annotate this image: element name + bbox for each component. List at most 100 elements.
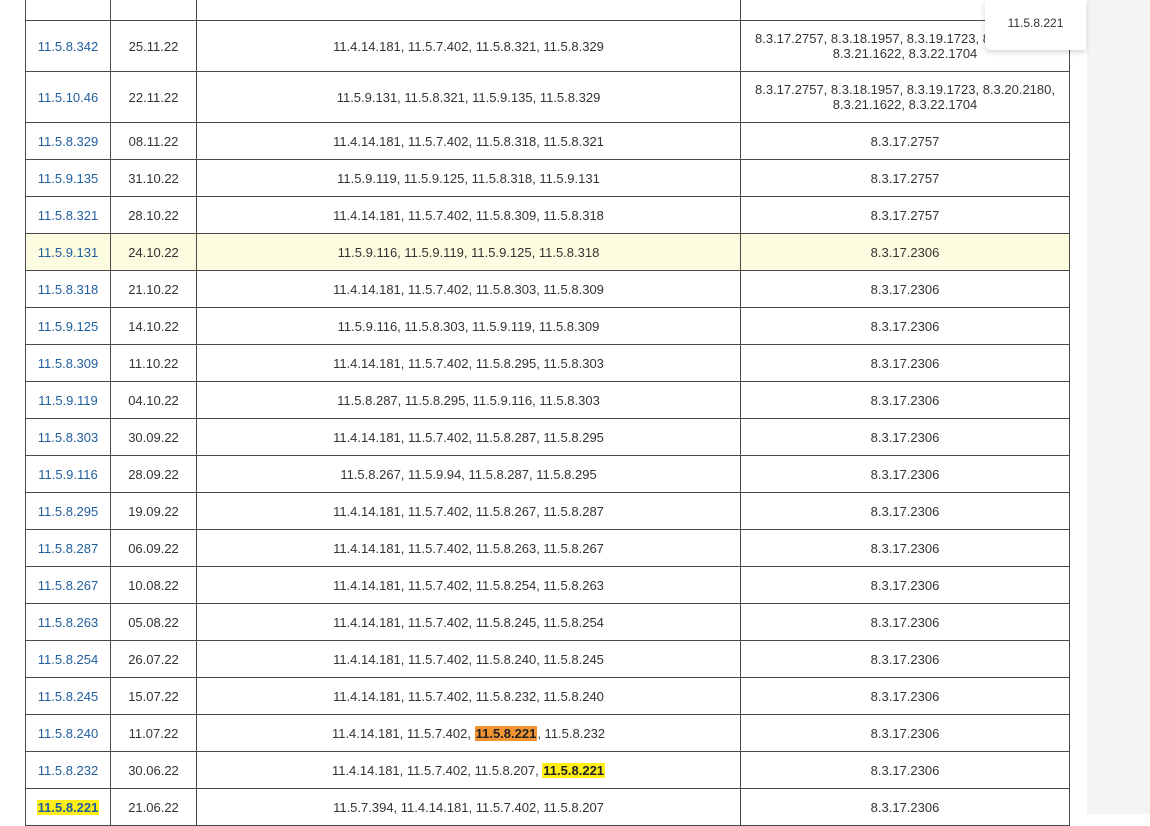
version-cell: 11.5.8.309 — [25, 344, 111, 382]
version-link[interactable]: 11.5.8.309 — [38, 356, 98, 371]
update-from-cell: 11.4.14.181, 11.5.7.402, 11.5.8.287, 11.… — [196, 418, 741, 456]
update-from-cell: 11.4.14.181, 11.5.7.402, 11.5.8.254, 11.… — [196, 566, 741, 604]
version-cell: 11.5.8.267 — [25, 566, 111, 604]
platform-compat-cell: 8.3.17.2306 — [740, 307, 1070, 345]
version-cell: 11.5.9.131 — [25, 233, 111, 271]
update-versions-text: 11.4.14.181, 11.5.7.402, 11.5.8.207, — [331, 762, 543, 778]
table-row: 11.5.8.329 08.11.22 11.4.14.181, 11.5.7.40… — [25, 122, 1070, 160]
platform-compat-cell: 8.3.17.2306 — [740, 344, 1070, 382]
update-versions-text: 11.4.14.181, 11.5.7.402, 11.5.8.321, 11.… — [333, 38, 604, 54]
version-link[interactable]: 11.5.9.119 — [38, 393, 98, 408]
platform-compat-cell: 8.3.17.2306 — [740, 640, 1070, 678]
version-link[interactable]: 11.5.9.131 — [38, 245, 98, 260]
version-cell: 11.5.9.135 — [25, 159, 111, 197]
version-link[interactable]: 11.5.8.287 — [38, 541, 98, 556]
version-tooltip: 11.5.8.221 — [985, 0, 1086, 50]
release-date-cell: 24.10.22 — [110, 233, 197, 271]
update-from-cell: 11.4.14.181, 11.5.7.402, 11.5.8.267, 11.… — [196, 492, 741, 530]
update-from-cell: 11.4.14.181, 11.5.7.402, 11.5.8.232, 11.… — [196, 677, 741, 715]
table-row: 11.5.9.135 31.10.22 11.5.9.119, 11.5.9.125… — [25, 159, 1070, 197]
update-from-cell: 11.4.14.181, 11.5.7.402, 11.5.8.263, 11.… — [196, 529, 741, 567]
version-cell: 11.5.8.232 — [25, 751, 111, 789]
version-cell: 11.5.8.254 — [25, 640, 111, 678]
platform-compat-cell: 8.3.17.2306 — [740, 529, 1070, 567]
update-versions-text: 11.4.14.181, 11.5.7.402, 11.5.8.245, 11.… — [333, 614, 604, 630]
platform-compat-cell: 8.3.17.2757, 8.3.18.1957, 8.3.19.1723, 8… — [740, 71, 1070, 123]
update-versions-text: 11.5.9.116, 11.5.8.303, 11.5.9.119, 11.5… — [337, 318, 600, 334]
update-from-cell: 11.5.9.116, 11.5.9.119, 11.5.9.125, 11.5… — [196, 233, 741, 271]
platform-compat-cell: 8.3.17.2306 — [740, 677, 1070, 715]
version-link[interactable]: 11.5.8.263 — [38, 615, 98, 630]
version-link[interactable]: 11.5.8.232 — [38, 763, 98, 778]
version-link[interactable]: 11.5.8.254 — [38, 652, 98, 667]
version-link[interactable]: 11.5.8.245 — [38, 689, 98, 704]
release-date-cell: 30.09.22 — [110, 418, 197, 456]
update-versions-text: 11.4.14.181, 11.5.7.402, 11.5.8.254, 11.… — [333, 577, 604, 593]
release-date-cell: 06.09.22 — [110, 529, 197, 567]
version-link[interactable]: 11.5.10.46 — [38, 90, 98, 105]
release-date-cell: 05.08.22 — [110, 603, 197, 641]
update-versions-text: 11.4.14.181, 11.5.7.402, 11.5.8.287, 11.… — [333, 429, 604, 445]
table-row: 11.5.8.318 21.10.22 11.4.14.181, 11.5.7.40… — [25, 270, 1070, 308]
highlighted-version: 11.5.8.221 — [474, 725, 538, 741]
update-from-cell: 11.4.14.181, 11.5.7.402, 11.5.8.318, 11.… — [196, 122, 741, 160]
update-versions-text: 11.4.14.181, 11.5.7.402, 11.5.8.309, 11.… — [333, 207, 604, 223]
release-date-cell: 08.11.22 — [110, 122, 197, 160]
platform-compat-cell: 8.3.17.2306 — [740, 418, 1070, 456]
release-date-cell: 28.09.22 — [110, 455, 197, 493]
release-date-cell: 21.10.22 — [110, 270, 197, 308]
version-cell: 11.5.8.303 — [25, 418, 111, 456]
update-versions-text: 11.5.8.287, 11.5.8.295, 11.5.9.116, 11.5… — [337, 392, 600, 408]
table-row: 11.5.8.221 21.06.22 11.5.7.394, 11.4.14.18… — [25, 788, 1070, 826]
release-date-cell: 21.06.22 — [110, 788, 197, 826]
version-cell: 11.5.8.342 — [25, 20, 111, 72]
release-date-cell: 19.09.22 — [110, 492, 197, 530]
update-versions-text: 11.4.14.181, 11.5.7.402, 11.5.8.303, 11.… — [333, 281, 604, 297]
table-row: 11.5.8.295 19.09.22 11.4.14.181, 11.5.7.40… — [25, 492, 1070, 530]
update-from-cell: 11.4.14.181, 11.5.7.402, 11.5.8.207, 11.… — [196, 751, 741, 789]
version-cell: 11.5.10.46 — [25, 71, 111, 123]
update-from-cell: 11.4.14.181, 11.5.7.402, 11.5.8.240, 11.… — [196, 640, 741, 678]
table-header-stub — [25, 0, 1070, 21]
table-row: 11.5.9.116 28.09.22 11.5.8.267, 11.5.9.94,… — [25, 455, 1070, 493]
version-link[interactable]: 11.5.8.329 — [38, 134, 98, 149]
update-from-cell: 11.5.9.131, 11.5.8.321, 11.5.9.135, 11.5… — [196, 71, 741, 123]
version-link[interactable]: 11.5.8.342 — [38, 39, 98, 54]
version-link[interactable]: 11.5.8.295 — [38, 504, 98, 519]
version-link[interactable]: 11.5.8.267 — [38, 578, 98, 593]
table-row: 11.5.8.342 25.11.22 11.4.14.181, 11.5.7.40… — [25, 20, 1070, 72]
version-link[interactable]: 11.5.8.321 — [38, 208, 98, 223]
version-link[interactable]: 11.5.9.116 — [38, 467, 98, 482]
table-row: 11.5.8.267 10.08.22 11.4.14.181, 11.5.7.40… — [25, 566, 1070, 604]
table-row: 11.5.9.125 14.10.22 11.5.9.116, 11.5.8.303… — [25, 307, 1070, 345]
version-cell: 11.5.8.221 — [25, 788, 111, 826]
update-from-cell: 11.4.14.181, 11.5.7.402, 11.5.8.303, 11.… — [196, 270, 741, 308]
releases-table: 11.5.8.342 25.11.22 11.4.14.181, 11.5.7.40… — [25, 0, 1070, 826]
version-link[interactable]: 11.5.8.240 — [38, 726, 98, 741]
update-from-cell: 11.4.14.181, 11.5.7.402, 11.5.8.221, 11.… — [196, 714, 741, 752]
release-date-cell: 14.10.22 — [110, 307, 197, 345]
table-row: 11.5.8.321 28.10.22 11.4.14.181, 11.5.7.40… — [25, 196, 1070, 234]
release-date-cell: 11.07.22 — [110, 714, 197, 752]
version-link[interactable]: 11.5.8.221 — [36, 799, 100, 815]
release-date-cell: 26.07.22 — [110, 640, 197, 678]
version-link[interactable]: 11.5.9.135 — [38, 171, 98, 186]
table-row: 11.5.9.131 24.10.22 11.5.9.116, 11.5.9.119… — [25, 233, 1070, 271]
release-date-cell: 15.07.22 — [110, 677, 197, 715]
update-versions-text: 11.5.8.267, 11.5.9.94, 11.5.8.287, 11.5.… — [340, 466, 597, 482]
release-date-cell: 31.10.22 — [110, 159, 197, 197]
update-from-cell: 11.5.8.287, 11.5.8.295, 11.5.9.116, 11.5… — [196, 381, 741, 419]
table-row: 11.5.10.46 22.11.22 11.5.9.131, 11.5.8.321… — [25, 71, 1070, 123]
update-versions-text: 11.5.7.394, 11.4.14.181, 11.5.7.402, 11.… — [333, 799, 604, 815]
update-versions-text: 11.4.14.181, 11.5.7.402, 11.5.8.318, 11.… — [333, 133, 604, 149]
version-link[interactable]: 11.5.8.303 — [38, 430, 98, 445]
version-link[interactable]: 11.5.8.318 — [38, 282, 98, 297]
update-from-cell: 11.5.9.119, 11.5.9.125, 11.5.8.318, 11.5… — [196, 159, 741, 197]
update-versions-text: 11.4.14.181, 11.5.7.402, 11.5.8.267, 11.… — [333, 503, 604, 519]
release-date-cell: 25.11.22 — [110, 20, 197, 72]
releases-table-container: 11.5.8.342 25.11.22 11.4.14.181, 11.5.7.40… — [25, 0, 1070, 826]
platform-compat-cell: 8.3.17.2306 — [740, 714, 1070, 752]
version-link[interactable]: 11.5.9.125 — [38, 319, 98, 334]
table-row: 11.5.8.303 30.09.22 11.4.14.181, 11.5.7.40… — [25, 418, 1070, 456]
update-from-cell: 11.4.14.181, 11.5.7.402, 11.5.8.309, 11.… — [196, 196, 741, 234]
